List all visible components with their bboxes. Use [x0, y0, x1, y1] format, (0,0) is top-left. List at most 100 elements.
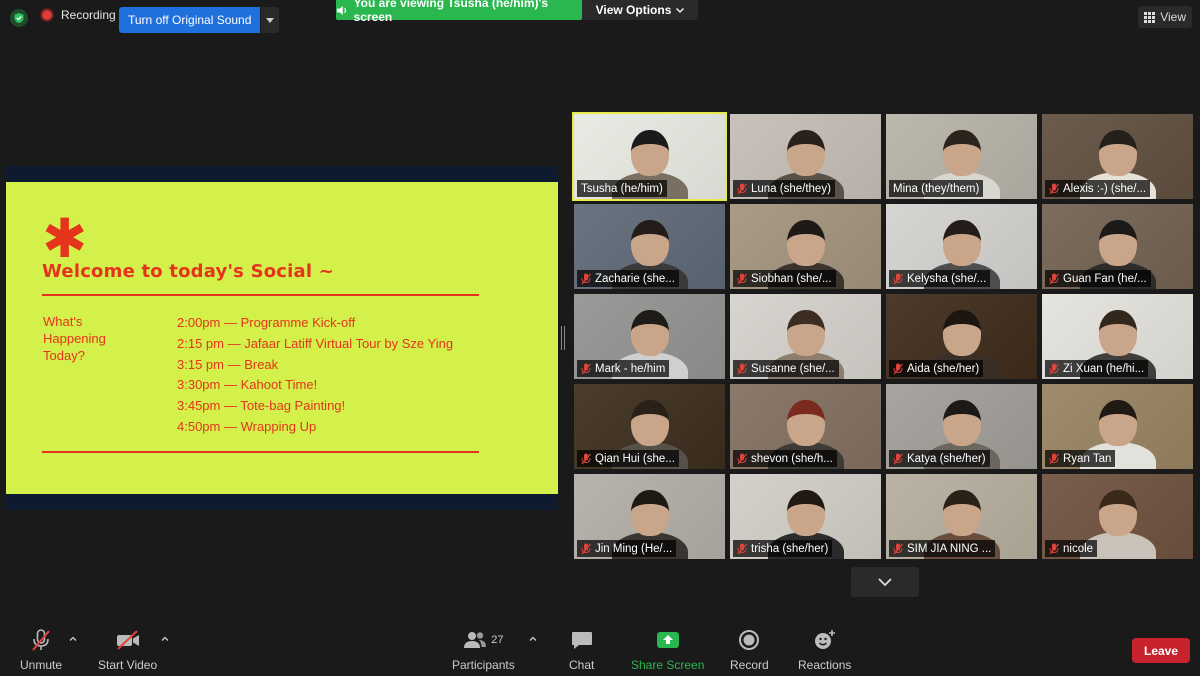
participant-tile[interactable]: Susanne (she/...	[730, 294, 881, 379]
unmute-button[interactable]: Unmute	[20, 626, 62, 672]
participant-tile[interactable]: Guan Fan (he/...	[1042, 204, 1193, 289]
participant-name-tag: Mark - he/him	[577, 360, 670, 377]
viewing-banner-text: You are viewing Tsusha (he/him)'s screen	[353, 0, 549, 24]
muted-mic-icon	[893, 543, 903, 554]
participant-name-tag: Ryan Tan	[1045, 450, 1116, 467]
participant-tile[interactable]: Kelysha (she/...	[886, 204, 1037, 289]
chat-button[interactable]: Chat	[569, 626, 594, 672]
participant-tile[interactable]: Mark - he/him	[574, 294, 725, 379]
participant-face	[631, 310, 669, 356]
chevron-down-icon	[266, 17, 275, 23]
muted-mic-icon	[737, 453, 747, 464]
security-shield-icon[interactable]	[10, 9, 28, 27]
participants-icon	[464, 632, 487, 648]
participant-name-tag: Katya (she/her)	[889, 450, 990, 467]
participant-name-tag: nicole	[1045, 540, 1098, 557]
participant-tile[interactable]: Aida (she/her)	[886, 294, 1037, 379]
slide-side-label: What's Happening Today?	[43, 314, 106, 363]
sound-options-dropdown[interactable]	[261, 7, 280, 33]
muted-mic-icon	[581, 363, 591, 374]
participant-name-tag: Jin Ming (He/...	[577, 540, 677, 557]
participant-face	[1099, 130, 1137, 176]
participant-face	[787, 490, 825, 536]
participant-face	[1099, 490, 1137, 536]
slide-divider-top	[42, 294, 479, 296]
slide-divider-bottom	[42, 451, 479, 453]
participant-tile[interactable]: Siobhan (she/...	[730, 204, 881, 289]
leave-meeting-button[interactable]: Leave	[1132, 638, 1190, 663]
muted-mic-icon	[737, 183, 747, 194]
participant-name: Susanne (she/...	[751, 362, 835, 375]
view-options-button[interactable]: View Options	[582, 0, 698, 20]
participant-tile[interactable]: nicole	[1042, 474, 1193, 559]
participant-tile[interactable]: Mina (they/them)	[886, 114, 1037, 199]
participant-tile[interactable]: trisha (she/her)	[730, 474, 881, 559]
muted-mic-icon	[581, 453, 591, 464]
muted-mic-icon	[581, 543, 591, 554]
viewing-screen-banner: You are viewing Tsusha (he/him)'s screen	[336, 0, 582, 24]
participants-button[interactable]: 27 Participants	[452, 626, 515, 672]
record-button[interactable]: Record	[730, 626, 769, 672]
participant-name: Tsusha (he/him)	[581, 182, 663, 195]
participant-tile[interactable]: Jin Ming (He/...	[574, 474, 725, 559]
recording-indicator[interactable]: Recording	[40, 8, 116, 22]
muted-mic-icon	[1049, 183, 1059, 194]
participant-name: SIM JIA NING ...	[907, 542, 992, 555]
reactions-label: Reactions	[798, 658, 852, 672]
start-video-button[interactable]: Start Video	[98, 626, 157, 672]
muted-mic-icon	[893, 363, 903, 374]
participant-face	[787, 130, 825, 176]
muted-mic-icon	[1049, 273, 1059, 284]
participant-face	[1099, 310, 1137, 356]
participant-name: Zacharie (she...	[595, 272, 675, 285]
microphone-muted-icon	[29, 626, 53, 654]
participant-name: nicole	[1063, 542, 1094, 555]
turn-off-original-sound-button[interactable]: Turn off Original Sound	[119, 7, 261, 33]
participant-name-tag: Aida (she/her)	[889, 360, 984, 377]
gallery-next-page-button[interactable]	[851, 567, 919, 597]
participant-name: shevon (she/h...	[751, 452, 833, 465]
audio-options-caret-icon[interactable]	[68, 634, 78, 644]
muted-mic-icon	[737, 363, 747, 374]
participants-options-caret-icon[interactable]	[528, 634, 538, 644]
participant-face	[1099, 220, 1137, 266]
agenda-item: 2:00pm — Programme Kick-off	[177, 315, 356, 330]
agenda-item: 3:45pm — Tote-bag Painting!	[177, 398, 346, 414]
reactions-button[interactable]: Reactions	[798, 626, 851, 672]
participant-tile[interactable]: Luna (she/they)	[730, 114, 881, 199]
participant-name-tag: shevon (she/h...	[733, 450, 837, 467]
participant-count: 27	[491, 634, 504, 646]
agenda-item: 4:50pm — Wrapping Up	[177, 418, 317, 434]
participants-label: Participants	[452, 658, 515, 672]
participant-face	[1099, 400, 1137, 446]
share-screen-button[interactable]: Share Screen	[631, 626, 704, 672]
participant-name: Mina (they/them)	[893, 182, 980, 195]
participant-name: Zi Xuan (he/hi...	[1063, 362, 1145, 375]
speaker-icon	[336, 5, 347, 15]
participant-name-tag: Susanne (she/...	[733, 360, 839, 377]
participant-tile[interactable]: shevon (she/h...	[730, 384, 881, 469]
participant-tile[interactable]: Tsusha (he/him)	[572, 112, 727, 201]
participant-name-tag: Kelysha (she/...	[889, 270, 991, 287]
participant-name-tag: Alexis :-) (she/...	[1045, 180, 1151, 197]
participant-tile[interactable]: SIM JIA NING ...	[886, 474, 1037, 559]
participant-face	[943, 220, 981, 266]
start-video-label: Start Video	[98, 658, 158, 672]
participant-tile[interactable]: Zacharie (she...	[574, 204, 725, 289]
participant-tile[interactable]: Qian Hui (she...	[574, 384, 725, 469]
muted-mic-icon	[893, 453, 903, 464]
participant-tile[interactable]: Alexis :-) (she/...	[1042, 114, 1193, 199]
participant-tile[interactable]: Katya (she/her)	[886, 384, 1037, 469]
participant-name-tag: Zi Xuan (he/hi...	[1045, 360, 1149, 377]
view-layout-button[interactable]: View	[1138, 6, 1192, 28]
split-resize-handle[interactable]	[561, 326, 565, 350]
video-options-caret-icon[interactable]	[160, 634, 170, 644]
participant-name-tag: trisha (she/her)	[733, 540, 833, 557]
muted-mic-icon	[581, 273, 591, 284]
participant-tile[interactable]: Ryan Tan	[1042, 384, 1193, 469]
participant-name-tag: Tsusha (he/him)	[577, 180, 667, 197]
reactions-icon	[813, 626, 837, 654]
shared-slide: ✱ Welcome to today's Social ~ What's Hap…	[6, 182, 558, 494]
participant-tile[interactable]: Zi Xuan (he/hi...	[1042, 294, 1193, 379]
participant-face	[787, 220, 825, 266]
